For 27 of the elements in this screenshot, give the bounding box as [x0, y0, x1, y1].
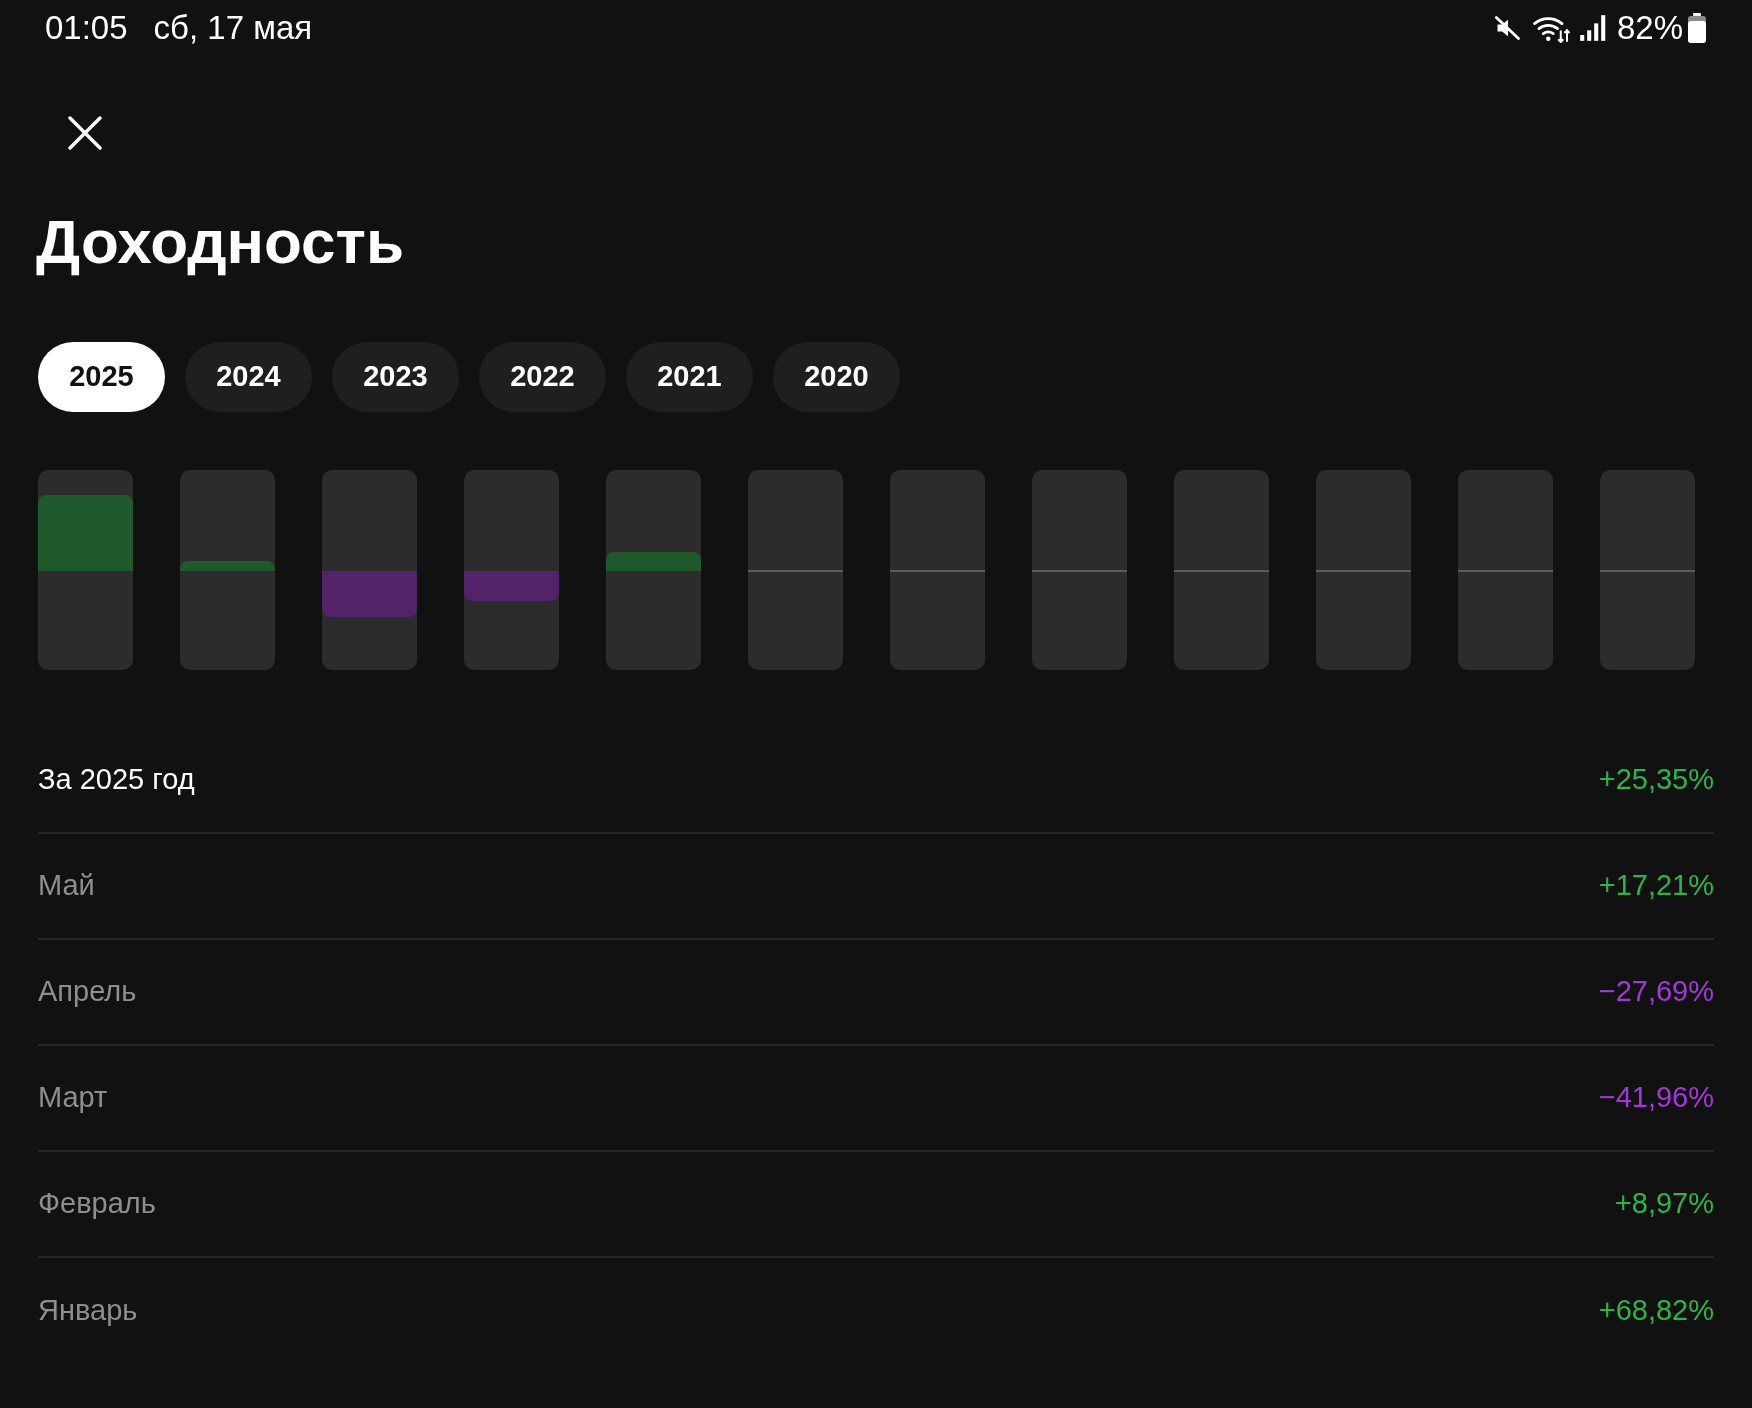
month-label: Февраль: [38, 1186, 156, 1222]
signal-icon: [1578, 14, 1607, 42]
year-tab[interactable]: 2024: [185, 342, 312, 412]
battery-icon: [1687, 13, 1707, 43]
total-label: За 2025 год: [38, 762, 195, 798]
close-button[interactable]: [68, 116, 102, 150]
return-value: −27,69%: [1598, 974, 1714, 1010]
month-label: Май: [38, 868, 95, 904]
page-title: Доходность: [36, 206, 405, 278]
month-label: Январь: [38, 1293, 138, 1329]
year-tab[interactable]: 2022: [479, 342, 606, 412]
year-tab[interactable]: 2020: [773, 342, 900, 412]
year-tab[interactable]: 2025: [38, 342, 165, 412]
year-tab[interactable]: 2023: [332, 342, 459, 412]
battery-percent: 82%: [1616, 8, 1683, 48]
return-value: −41,96%: [1598, 1080, 1714, 1116]
return-value: +25,35%: [1598, 762, 1714, 798]
status-date: сб, 17 мая: [153, 8, 313, 48]
return-value: +8,97%: [1614, 1186, 1714, 1222]
close-icon: [68, 116, 102, 150]
month-label: Апрель: [38, 974, 137, 1010]
month-label: Март: [38, 1080, 108, 1116]
mute-icon: [1493, 14, 1522, 42]
return-value: +17,21%: [1598, 868, 1714, 904]
return-value: +68,82%: [1598, 1293, 1714, 1329]
status-time: 01:05: [45, 8, 128, 48]
year-tab[interactable]: 2021: [626, 342, 753, 412]
